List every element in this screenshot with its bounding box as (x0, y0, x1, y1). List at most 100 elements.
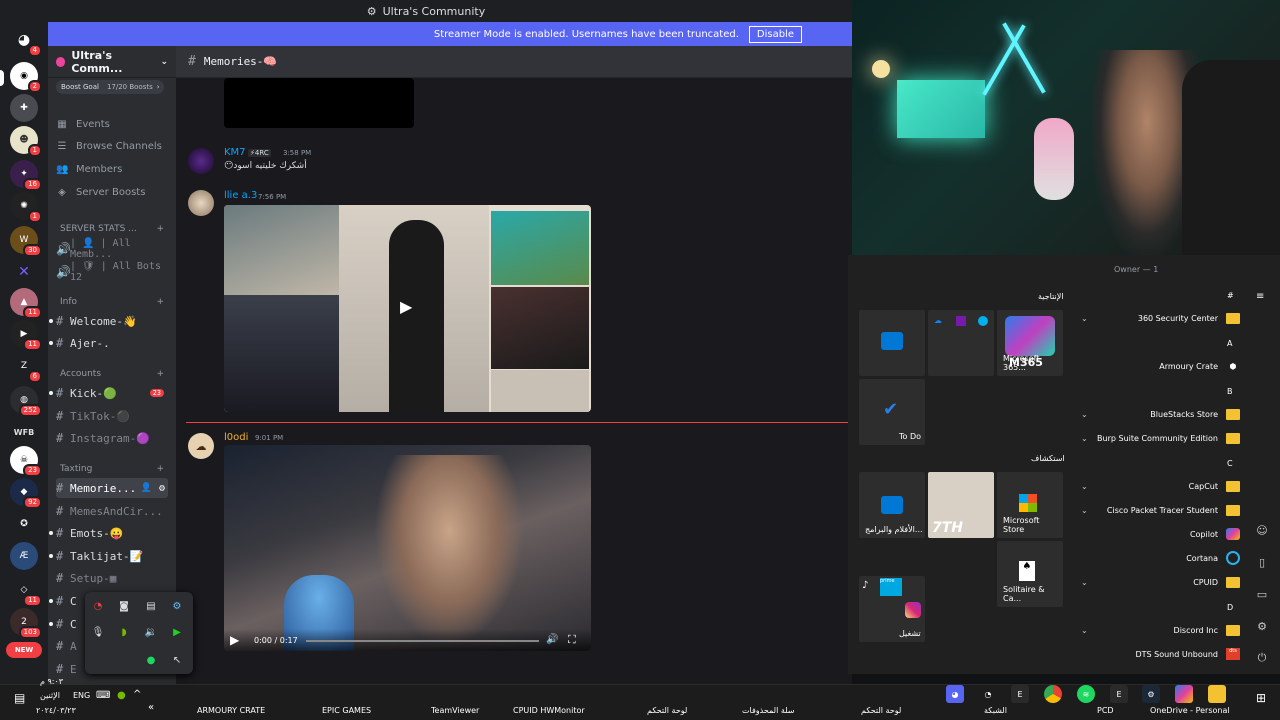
app-list-letter[interactable]: D (1227, 603, 1233, 612)
tile-microsoft-365[interactable]: M365 Microsoft 365... (997, 310, 1063, 376)
server-icon[interactable]: ✕ (10, 258, 38, 286)
video-attachment[interactable]: ▶ 0:00 / 0:17 🔊 ⛶ (224, 445, 591, 651)
channel-memories[interactable]: # Memorie... 👤 ⚙ (56, 478, 168, 498)
category-server-stats[interactable]: SERVER STATS ... + (60, 222, 164, 236)
volume-icon[interactable]: 🔊 (546, 634, 558, 645)
tile-solitaire[interactable]: ♠ Solitaire & Ca... (997, 541, 1063, 607)
language-indicator[interactable]: ENG (73, 691, 90, 700)
app-armoury-crate[interactable]: Armoury Crate ⬢ (1159, 358, 1240, 374)
server-label-wfb[interactable]: WFB (10, 418, 38, 446)
server-icon[interactable]: ☻ 1 (10, 126, 42, 157)
menu-icon[interactable]: ≡ (1256, 291, 1264, 302)
server-icon[interactable]: ▶ 11 (10, 320, 42, 351)
channel-instagram[interactable]: # Instagram-🟣 (56, 428, 168, 448)
steam-icon[interactable]: ⚙ (169, 598, 185, 614)
server-icon[interactable]: Æ (10, 542, 38, 570)
server-icon[interactable]: ✦ 16 (10, 160, 42, 191)
channel-all-members[interactable]: 🔊 | 👤 | All Memb... (56, 238, 168, 260)
app-discord-inc[interactable]: Discord Inc (1174, 622, 1240, 638)
avatar[interactable] (188, 148, 214, 174)
taskbar-pcd[interactable]: PCD (1097, 706, 1114, 715)
play-tray-icon[interactable]: ▶ (169, 624, 185, 640)
nav-browse-channels[interactable]: ☰ Browse Channels (56, 136, 162, 156)
expand-chevron-icon[interactable]: ⌄ (1081, 482, 1088, 491)
taskbar-armoury-crate[interactable]: ARMOURY CRATE (197, 706, 265, 715)
disable-streamer-mode-button[interactable]: Disable (748, 25, 802, 43)
category-info[interactable]: Info + (60, 295, 164, 309)
expand-chevron-icon[interactable]: ⌄ (1081, 314, 1088, 323)
gear-icon[interactable]: ⚙ (159, 483, 165, 494)
server-icon[interactable]: ✚ (10, 94, 38, 122)
taskbar-network[interactable]: الشبكة (984, 706, 1007, 715)
copilot-taskbar-icon[interactable] (1175, 685, 1193, 703)
expand-chevron-icon[interactable]: ⌄ (1081, 578, 1088, 587)
microphone-icon[interactable]: 🎙 (90, 624, 106, 640)
app-tray-icon[interactable]: ◙ (116, 598, 132, 614)
channel-setup[interactable]: # Setup-▦ (56, 568, 168, 588)
expand-chevron-icon[interactable]: ⌄ (1081, 434, 1088, 443)
picture-icon[interactable]: ▭ (1250, 584, 1274, 604)
tile-movies-tv[interactable]: الأفلام والبرامج... (859, 472, 925, 538)
boost-goal-bar[interactable]: Boost Goal 17/20 Boosts › (56, 80, 164, 94)
nvidia-tray-icon[interactable]: ● (117, 690, 126, 701)
tile-news[interactable]: 7TH (928, 472, 994, 538)
app-list-letter[interactable]: B (1227, 387, 1233, 396)
discord-home-icon[interactable]: ◕ 4 (10, 26, 42, 57)
app-list-letter[interactable]: A (1227, 339, 1232, 348)
server-icon[interactable]: ▲ 11 (10, 288, 42, 319)
play-icon[interactable]: ▶ (400, 297, 412, 316)
tile-outlook[interactable] (859, 310, 925, 376)
channel-welcome[interactable]: # Welcome-👋 (56, 311, 168, 331)
previous-image-attachment[interactable] (224, 78, 414, 128)
nav-server-boosts[interactable]: ◈ Server Boosts (56, 182, 145, 202)
avatar[interactable]: ☁ (188, 433, 214, 459)
chrome-icon[interactable] (1044, 685, 1062, 703)
document-icon[interactable]: ▯ (1250, 552, 1274, 572)
epic-games-taskbar-icon[interactable]: E (1110, 685, 1128, 703)
taskbar-teamviewer[interactable]: TeamViewer (431, 706, 479, 715)
app-cortana[interactable]: Cortana (1186, 550, 1240, 566)
add-channel-icon[interactable]: + (156, 369, 164, 379)
app-360-security[interactable]: 360 Security Center (1138, 310, 1240, 326)
fullscreen-icon[interactable]: ⛶ (568, 633, 576, 647)
tile-play-group[interactable]: ♪ prime تشغيل (859, 576, 925, 642)
category-taxting[interactable]: Taxting + (60, 462, 164, 476)
channel-emots[interactable]: # Emots-😛 (56, 523, 168, 543)
app-cisco-packet-tracer[interactable]: Cisco Packet Tracer Student (1107, 502, 1240, 518)
video-progress-bar[interactable] (306, 640, 539, 642)
speedometer-icon[interactable]: ◔ (90, 598, 106, 614)
file-explorer-icon[interactable] (1208, 685, 1226, 703)
app-list-letter[interactable]: # (1227, 291, 1234, 300)
server-icon[interactable]: ◉ 2 (10, 62, 42, 93)
taskbar-cpuid[interactable]: CPUID HWMonitor (513, 706, 585, 715)
clock-date[interactable]: ٢٠٢٤/٠٣/٢٣ (36, 706, 76, 715)
server-icon[interactable]: ◇ 11 (10, 576, 42, 607)
speaker-icon[interactable]: 🔉 (143, 624, 159, 640)
channel-ajer[interactable]: # Ajer-. (56, 333, 168, 353)
server-icon[interactable]: ◆ 92 (10, 478, 42, 509)
app-burp-suite[interactable]: Burp Suite Community Edition (1097, 430, 1240, 446)
taskbar-epic-games[interactable]: EPIC GAMES (322, 706, 371, 715)
taskbar-recycle-bin[interactable]: سلة المحذوفات (742, 706, 795, 715)
image-attachment[interactable]: ▶ (224, 205, 591, 412)
nav-events[interactable]: ▦ Events (56, 114, 110, 134)
add-channel-icon[interactable]: + (156, 224, 164, 234)
expand-chevron-icon[interactable]: ⌄ (1081, 410, 1088, 419)
channel-taklijat[interactable]: # Taklijat-📝 (56, 546, 168, 566)
spotify-icon[interactable]: ● (143, 652, 159, 668)
server-icon[interactable]: Z6 (10, 352, 42, 383)
server-icon[interactable]: 2 103 (10, 608, 42, 639)
keyboard-icon[interactable]: ⌨ (96, 690, 110, 701)
tray-expand-icon[interactable]: ^ (133, 689, 141, 700)
message-author[interactable]: l0odi (224, 432, 248, 443)
add-channel-icon[interactable]: + (156, 297, 164, 307)
video-play-icon[interactable]: ▶ (230, 633, 239, 647)
user-icon[interactable]: ☺ (1250, 520, 1274, 540)
expand-chevron-icon[interactable]: ⌄ (1081, 626, 1088, 635)
settings-gear-icon[interactable]: ⚙ (1250, 616, 1274, 636)
server-header[interactable]: Ultra's Comm... ⌄ (48, 46, 176, 78)
app-dts-sound[interactable]: DTS Sound Unbound dts (1135, 646, 1240, 662)
taskbar-control-panel[interactable]: لوحة التحكم (647, 706, 687, 715)
app-copilot[interactable]: Copilot (1190, 526, 1240, 542)
app-cpuid[interactable]: CPUID (1193, 574, 1240, 590)
